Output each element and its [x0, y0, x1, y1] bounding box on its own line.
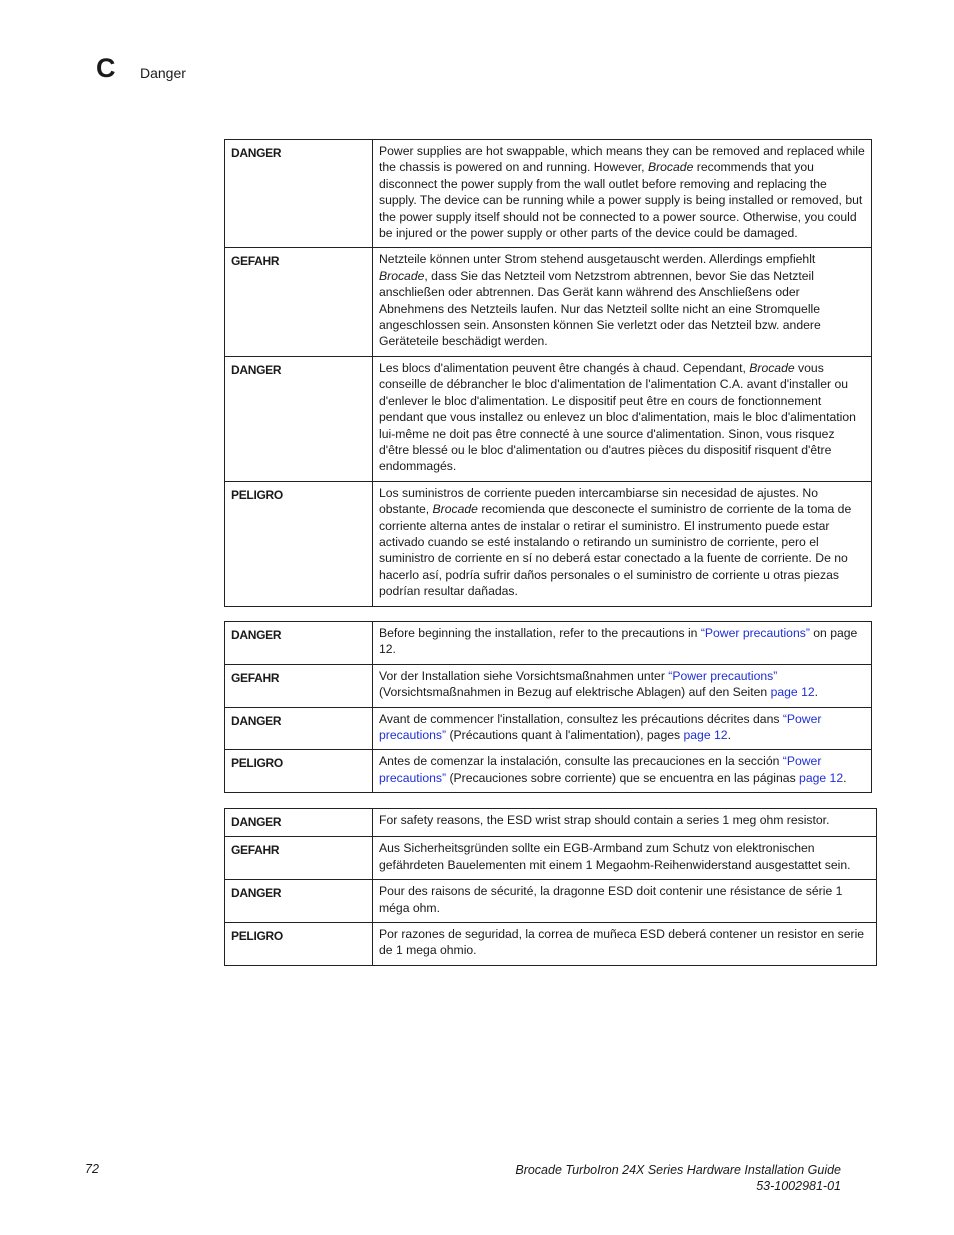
brand-name: Brocade	[432, 502, 478, 517]
warning-label: DANGER	[224, 621, 373, 665]
warning-label: GEFAHR	[224, 663, 373, 708]
warning-text: Power supplies are hot swappable, which …	[372, 138, 872, 249]
warning-text: Avant de commencer l'installation, consu…	[372, 706, 872, 751]
table-row: PELIGRO Antes de comenzar la instalación…	[224, 749, 872, 794]
warning-text: Netzteile können unter Strom stehend aus…	[372, 247, 872, 357]
guide-title: Brocade TurboIron 24X Series Hardware In…	[515, 1163, 841, 1177]
text-part: Les blocs d'alimentation peuvent être ch…	[379, 360, 750, 375]
power-precautions-link[interactable]: “Power precautions”	[668, 669, 777, 683]
table-row: DANGER Before beginning the installation…	[224, 621, 872, 665]
text-part: Avant de commencer l'installation, consu…	[379, 711, 783, 726]
warning-label: DANGER	[224, 138, 373, 249]
warning-text: Pour des raisons de sécurité, la dragonn…	[372, 879, 877, 924]
text-part: Vor der Installation siehe Vorsichtsmaßn…	[379, 668, 669, 683]
text-part: recomienda que desconecte el suministro …	[379, 502, 852, 599]
text-part: Antes de comenzar la instalación, consul…	[379, 754, 783, 769]
table-row: DANGER Pour des raisons de sécurité, la …	[224, 879, 877, 924]
footer-doc-info: Brocade TurboIron 24X Series Hardware In…	[515, 1162, 841, 1194]
table-row: GEFAHR Aus Sicherheitsgründen sollte ein…	[224, 836, 877, 881]
warning-text: Aus Sicherheitsgründen sollte ein EGB-Ar…	[372, 836, 877, 881]
page-link[interactable]: page 12	[771, 685, 815, 699]
section-title: Danger	[140, 65, 186, 81]
page-link[interactable]: page 12	[684, 728, 728, 742]
text-part: (Vorsichtsmaßnahmen in Bezug auf elektri…	[379, 685, 771, 700]
warning-text: Before beginning the installation, refer…	[372, 621, 872, 665]
warning-label: GEFAHR	[224, 247, 373, 357]
text-part: (Précautions quant à l'alimentation), pa…	[446, 728, 684, 743]
warning-text: Por razones de seguridad, la correa de m…	[372, 922, 877, 966]
brand-name: Brocade	[379, 268, 425, 283]
esd-strap-warning-table: DANGER For safety reasons, the ESD wrist…	[224, 807, 877, 966]
power-precautions-link[interactable]: “Power precautions”	[701, 626, 810, 640]
page-number: 72	[85, 1162, 99, 1176]
brand-name: Brocade	[749, 360, 795, 375]
warning-text: Antes de comenzar la instalación, consul…	[372, 749, 872, 794]
warning-text: Vor der Installation siehe Vorsichtsmaßn…	[372, 663, 872, 708]
warning-text: Les blocs d'alimentation peuvent être ch…	[372, 355, 872, 482]
text-part: .	[727, 728, 731, 743]
table-row: DANGER Avant de commencer l'installation…	[224, 706, 872, 751]
warning-label: DANGER	[224, 706, 373, 751]
power-precautions-table: DANGER Before beginning the installation…	[224, 621, 872, 794]
text-part: , dass Sie das Netzteil vom Netzstrom ab…	[379, 268, 821, 349]
chapter-letter: C	[96, 53, 116, 83]
text-part: .	[843, 770, 847, 785]
warning-label: DANGER	[224, 355, 373, 482]
brand-name: Brocade	[647, 160, 694, 175]
table-row: GEFAHR Netzteile können unter Strom steh…	[224, 247, 872, 357]
warning-label: PELIGRO	[224, 749, 373, 794]
warning-text: Los suministros de corriente pueden inte…	[372, 480, 872, 607]
text-part: .	[814, 685, 819, 700]
table-row: DANGER Power supplies are hot swappable,…	[224, 138, 872, 249]
table-row: PELIGRO Los suministros de corriente pue…	[224, 480, 872, 607]
table-row: PELIGRO Por razones de seguridad, la cor…	[224, 922, 877, 966]
text-part: (Precauciones sobre corriente) que se en…	[446, 770, 800, 785]
warning-label: PELIGRO	[224, 480, 373, 607]
text-part: Netzteile können unter Strom stehend aus…	[379, 252, 816, 267]
text-part: vous conseille de débrancher le bloc d'a…	[379, 360, 856, 474]
page-link[interactable]: page 12	[799, 771, 843, 785]
table-row: DANGER For safety reasons, the ESD wrist…	[224, 807, 877, 838]
table-row: DANGER Les blocs d'alimentation peuvent …	[224, 355, 872, 482]
text-part: Before beginning the installation, refer…	[379, 626, 701, 640]
warning-label: GEFAHR	[224, 836, 373, 881]
warning-text: For safety reasons, the ESD wrist strap …	[372, 807, 877, 838]
table-row: GEFAHR Vor der Installation siehe Vorsic…	[224, 663, 872, 708]
warning-label: DANGER	[224, 879, 373, 924]
doc-number: 53-1002981-01	[756, 1179, 841, 1193]
warning-label: PELIGRO	[224, 922, 373, 966]
hot-swap-warning-table: DANGER Power supplies are hot swappable,…	[224, 138, 872, 607]
warning-label: DANGER	[224, 807, 373, 838]
